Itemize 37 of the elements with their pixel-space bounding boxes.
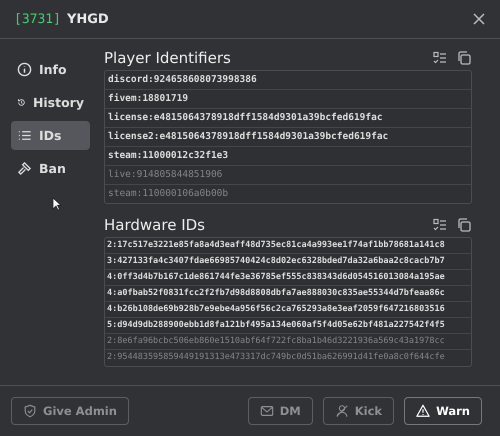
id-row: 3:427133fa4c3407fdae66985740424c8d02ec6328bded7da32a6baa2c8cacb7b7 [105,254,471,270]
checklist-icon[interactable] [432,50,448,66]
copy-icon[interactable] [456,217,472,233]
info-icon [17,62,32,77]
id-row: 4:0ff3d4b7b167c1de861744fe3e36785ef555c838343d6d054516013084a195ae [105,270,471,286]
checklist-icon[interactable] [432,217,448,233]
sidebar-item[interactable]: Ban [11,154,90,183]
copy-icon[interactable] [456,50,472,66]
person-slash-icon [334,404,349,418]
id-row: 2:17c517e3221e85fa8a4d3eaff48d735ec81ca4a993ee1f74af1bb78681a141c8 [105,238,471,254]
warning-icon [416,404,430,418]
cursor-icon [52,197,62,211]
id-row: 4:b26b108de69b928b7e9ebe4a956f56c2ca765293a8e3eaf2059f647216803516 [105,302,471,318]
shield-icon [23,404,37,418]
id-row-text: steam:110000106a0b00b [107,187,230,201]
hammer-icon [17,161,32,176]
close-icon[interactable] [472,12,486,26]
list-icon [17,128,32,143]
id-row: discord:924658608073998386 [105,71,471,90]
player-id: [3731] [14,12,61,26]
id-row: 4:a0fbab52f0831fcc2f2fb7d98d8808dbfa7ae888030c835ae55344d7bfeaa86c [105,286,471,302]
id-row-text: 2:954483595859449191313e473317dc749bc0d51ba626991d41fe0a8c0f644cfe [106,351,446,364]
id-row: live:914805844851906 [105,166,471,185]
warn-button[interactable]: Warn [404,397,482,425]
mail-icon [260,404,274,418]
id-row: fivem:18801719 [105,90,471,109]
id-row: license2:e4815064378918dff1584d9301a39bcfed619fac [105,128,471,147]
id-row: 5:d94d9db288900ebb1d8fa121bf495a134e060af5f4d05e62bf481a227542f4f5 [105,318,471,334]
section-title: Hardware IDs [104,216,206,234]
sidebar-item[interactable]: Info [11,55,90,84]
id-row: license:e4815064378918dff1584d9301a39bcfed619fac [105,109,471,128]
window-title: YHGD [66,12,110,26]
id-row: steam:11000012c32f1e3 [105,147,471,166]
sidebar-item[interactable]: IDs [11,121,90,150]
id-row: 2:8e6fa96bcbc506eb860e1510abf64f722fc8ba1b46d3221936a569c43a1978cc [105,334,471,350]
section-title: Player Identifiers [104,49,232,67]
sidebar-item[interactable]: History [11,88,90,117]
